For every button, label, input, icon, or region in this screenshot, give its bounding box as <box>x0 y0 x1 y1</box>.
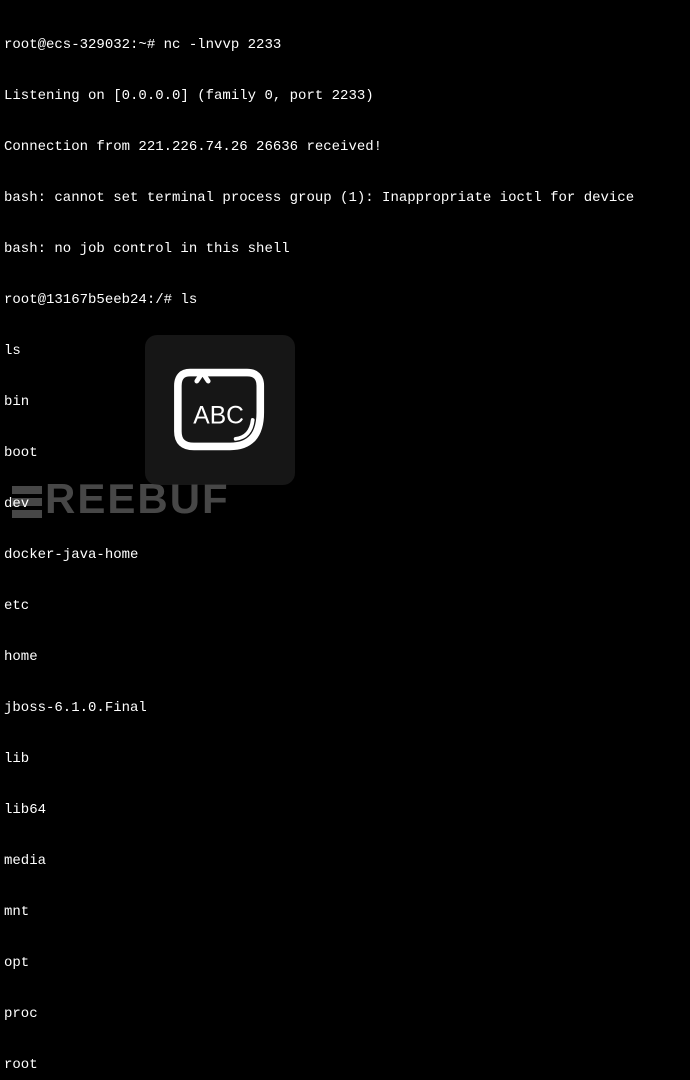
ls-item: docker-java-home <box>4 547 686 564</box>
ls-item: media <box>4 853 686 870</box>
shell-command: nc -lnvvp 2233 <box>164 37 282 53</box>
shell-command: ls <box>180 292 197 308</box>
terminal-line: Connection from 221.226.74.26 26636 rece… <box>4 139 686 156</box>
ls-item: bin <box>4 394 686 411</box>
ls-item: lib64 <box>4 802 686 819</box>
terminal-line: bash: no job control in this shell <box>4 241 686 258</box>
ls-item: lib <box>4 751 686 768</box>
ime-keyboard-icon: ABC <box>173 365 268 455</box>
ls-item: root <box>4 1057 686 1074</box>
terminal-line: Listening on [0.0.0.0] (family 0, port 2… <box>4 88 686 105</box>
terminal-line: root@13167b5eeb24:/# ls <box>4 292 686 309</box>
shell-prompt: root@13167b5eeb24:/# <box>4 292 180 308</box>
ls-item: proc <box>4 1006 686 1023</box>
ls-item: boot <box>4 445 686 462</box>
ls-item: ls <box>4 343 686 360</box>
shell-prompt: root@ecs-329032:~# <box>4 37 164 53</box>
ime-overlay: ABC <box>145 335 295 485</box>
ls-item: dev <box>4 496 686 513</box>
ls-item: etc <box>4 598 686 615</box>
terminal-line: root@ecs-329032:~# nc -lnvvp 2233 <box>4 37 686 54</box>
ls-item: opt <box>4 955 686 972</box>
terminal-output[interactable]: root@ecs-329032:~# nc -lnvvp 2233 Listen… <box>4 3 686 1080</box>
ls-item: jboss-6.1.0.Final <box>4 700 686 717</box>
ls-item: home <box>4 649 686 666</box>
ime-label: ABC <box>193 403 244 430</box>
ls-item: mnt <box>4 904 686 921</box>
terminal-line: bash: cannot set terminal process group … <box>4 190 686 207</box>
